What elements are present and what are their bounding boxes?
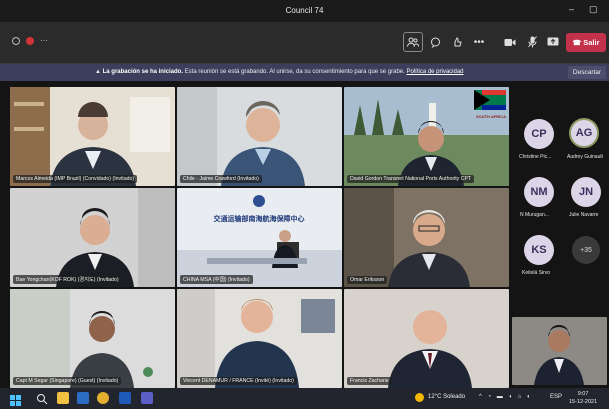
clock[interactable]: 9:07 15-12-2021 (569, 390, 597, 406)
video-tile[interactable]: 交通运输部南海航海保障中心 CHINA MSA (中国) (Invitado) (177, 188, 342, 287)
china-msa-logo-text: 交通运输部南海航海保障中心 (214, 214, 305, 223)
microphone-icon[interactable] (525, 35, 539, 49)
avatar[interactable]: JN (571, 177, 601, 207)
recording-message: ▲ La grabación se ha iniciado. Esta reun… (95, 69, 464, 75)
video-tile[interactable]: Omar Eriksson (344, 188, 509, 287)
word-icon[interactable] (119, 392, 131, 404)
participant-name: Omar Eriksson (347, 276, 388, 284)
meeting-toolbar: ⋯ ••• ☎ Salir (0, 22, 609, 64)
avatar-name: Audrey Guinault (567, 154, 603, 160)
participant-name: Chile - Jaime Crawford (Invitado) (180, 175, 262, 183)
avatar-name: N Murugan... (520, 212, 549, 218)
recording-banner: ▲ La grabación se ha iniciado. Esta reun… (0, 64, 609, 81)
more-options-icon[interactable]: ••• (472, 35, 486, 49)
clock-time: 9:07 (577, 391, 589, 397)
more-participants-button[interactable]: +35 (572, 236, 600, 264)
search-icon[interactable] (36, 392, 48, 405)
language-indicator[interactable]: ESP (550, 394, 562, 400)
video-tile[interactable]: Capt M Segar (Singapore) (Guest) (Invita… (10, 289, 175, 388)
weather-icon (415, 393, 424, 402)
camera-icon[interactable] (503, 35, 517, 49)
phone-icon: ☎ (572, 39, 582, 47)
outlook-icon[interactable] (77, 392, 89, 404)
status-icon (12, 36, 20, 45)
banner-lead: La grabación se ha iniciado. (102, 69, 183, 75)
leave-button[interactable]: ☎ Salir (566, 33, 606, 52)
video-tile[interactable]: Bae Yongchan(KOF ROK) (경지도) (Invitado) (10, 188, 175, 287)
share-screen-icon[interactable] (546, 35, 560, 49)
timer-icon: ⋯ (40, 36, 48, 45)
video-tile[interactable]: SOUTH AFRICA David Gordon Transnet Natio… (344, 87, 509, 186)
minimize-button[interactable]: – (569, 4, 574, 14)
self-view-tile[interactable] (512, 317, 607, 385)
system-tray-icons[interactable]: ^ ◔ ▬ ◖ ⌂ ◐ (479, 394, 533, 400)
chat-icon[interactable] (428, 35, 442, 49)
video-tile[interactable]: Chile - Jaime Crawford (Invitado) (177, 87, 342, 186)
avatar-name: Keitelá Sirvo (522, 270, 551, 276)
video-tile[interactable]: Marcos Almeida (IMP Brazil) (Convidado) … (10, 87, 175, 186)
file-explorer-icon[interactable] (57, 392, 69, 404)
windows-start-icon[interactable] (10, 393, 21, 406)
avatar[interactable]: KS (524, 235, 554, 265)
warning-icon: ▲ (95, 69, 101, 75)
avatar[interactable]: CP (524, 119, 554, 149)
title-bar: Council 74 – ▢ (0, 0, 609, 22)
participant-roster: CP Christine Pic... AG Audrey Guinault N… (512, 81, 609, 311)
teams-icon[interactable] (141, 392, 153, 404)
participant-name: Vincent DENAMUR / FRANCE (Invité) (Invit… (180, 377, 297, 385)
video-tile[interactable]: Francis Zacharie (344, 289, 509, 388)
leave-label: Salir (583, 38, 600, 47)
privacy-policy-link[interactable]: Política de privacidad (406, 69, 463, 75)
reactions-icon[interactable] (450, 35, 464, 49)
weather-text[interactable]: 12°C Soleado (428, 394, 465, 400)
participants-icon[interactable] (403, 32, 423, 52)
dismiss-button[interactable]: Descartar (568, 66, 606, 79)
south-africa-label: SOUTH AFRICA (476, 114, 506, 119)
participant-name: Francis Zacharie (347, 377, 392, 385)
avatar[interactable]: NM (524, 177, 554, 207)
participant-name: CHINA MSA (中国) (Invitado) (180, 275, 253, 284)
video-grid: Marcos Almeida (IMP Brazil) (Convidado) … (0, 81, 609, 388)
restore-button[interactable]: ▢ (589, 4, 598, 15)
avatar-name: Julie Navarre (569, 212, 599, 218)
participant-name: Marcos Almeida (IMP Brazil) (Convidado) … (13, 175, 138, 183)
avatar-name: Christine Pic... (519, 154, 552, 160)
recording-icon (26, 36, 34, 45)
participant-name: David Gordon Transnet National Ports Aut… (347, 175, 475, 183)
participant-name: Capt M Segar (Singapore) (Guest) (Invita… (13, 377, 122, 385)
participant-name: Bae Yongchan(KOF ROK) (경지도) (Invitado) (13, 275, 122, 284)
taskbar: 12°C Soleado ^ ◔ ▬ ◖ ⌂ ◐ ESP 9:07 15-12-… (0, 388, 609, 409)
avatar[interactable]: AG (569, 118, 599, 148)
banner-body: Esta reunión se está grabando. Al unirse… (184, 69, 405, 75)
clock-date: 15-12-2021 (569, 399, 598, 405)
chrome-icon[interactable] (97, 392, 109, 404)
video-tile[interactable]: Vincent DENAMUR / FRANCE (Invité) (Invit… (177, 289, 342, 388)
window-title: Council 74 (285, 6, 324, 15)
